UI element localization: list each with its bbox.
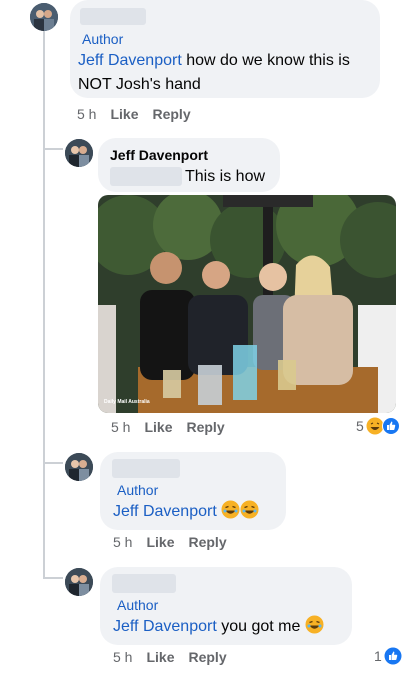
timestamp[interactable]: 5 h	[113, 534, 132, 550]
reaction-count: 5	[356, 418, 364, 434]
like-react-icon	[384, 647, 402, 665]
attached-photo[interactable]: Daily Mail Australia	[98, 195, 396, 413]
comment-text-line2: NOT Josh's hand	[78, 76, 201, 93]
reaction-summary[interactable]: 5	[356, 417, 400, 435]
avatar[interactable]	[30, 3, 58, 31]
avatar[interactable]	[65, 139, 93, 167]
reaction-count: 1	[374, 648, 382, 664]
redacted-name	[112, 459, 180, 478]
comment-text: Jeff Davenport	[113, 500, 259, 524]
like-button[interactable]: Like	[146, 649, 174, 665]
timestamp[interactable]: 5 h	[111, 419, 130, 435]
reply-button[interactable]: Reply	[152, 106, 190, 122]
comment-text: Jeff Davenport how do we know this is NO…	[78, 49, 378, 97]
photo-watermark: Daily Mail Australia	[104, 399, 150, 405]
comment-actions: 5 h Like Reply	[113, 649, 241, 665]
thread-branch-3	[43, 577, 63, 579]
thread-line	[43, 30, 45, 578]
author-badge: Author	[117, 482, 159, 498]
comment-text: Jeff Davenport you got me	[113, 615, 324, 639]
reaction-summary[interactable]: 1	[374, 647, 402, 665]
redacted-mention	[110, 167, 182, 186]
laughing-emoji-icon	[221, 500, 240, 519]
avatar[interactable]	[65, 453, 93, 481]
comment-actions: 5 h Like Reply	[77, 106, 205, 122]
comment-actions: 5 h Like Reply	[113, 534, 241, 550]
redacted-name	[112, 574, 176, 593]
thread-branch-2	[43, 462, 63, 464]
like-button[interactable]: Like	[110, 106, 138, 122]
like-button[interactable]: Like	[144, 419, 172, 435]
author-badge: Author	[117, 597, 159, 613]
mention-link[interactable]: Jeff Davenport	[113, 503, 217, 520]
mention-link[interactable]: Jeff Davenport	[78, 52, 182, 69]
comment-author-name[interactable]: Jeff Davenport	[110, 147, 208, 163]
comment-text: This is how	[185, 168, 266, 185]
thread-branch-1	[43, 148, 63, 150]
like-button[interactable]: Like	[146, 534, 174, 550]
mention-link[interactable]: Jeff Davenport	[113, 618, 217, 635]
timestamp[interactable]: 5 h	[77, 106, 96, 122]
laughing-emoji-icon	[305, 615, 324, 634]
like-react-icon	[381, 417, 400, 435]
laughing-emoji-icon	[240, 500, 259, 519]
reply-button[interactable]: Reply	[188, 534, 226, 550]
reply-button[interactable]: Reply	[186, 419, 224, 435]
author-badge: Author	[82, 31, 124, 47]
comment-actions: 5 h Like Reply	[111, 419, 239, 435]
avatar[interactable]	[65, 568, 93, 596]
comment-text-line1: how do we know this is	[181, 52, 350, 69]
reply-button[interactable]: Reply	[188, 649, 226, 665]
timestamp[interactable]: 5 h	[113, 649, 132, 665]
redacted-name	[80, 8, 146, 25]
comment-text-body: you got me	[216, 618, 305, 635]
